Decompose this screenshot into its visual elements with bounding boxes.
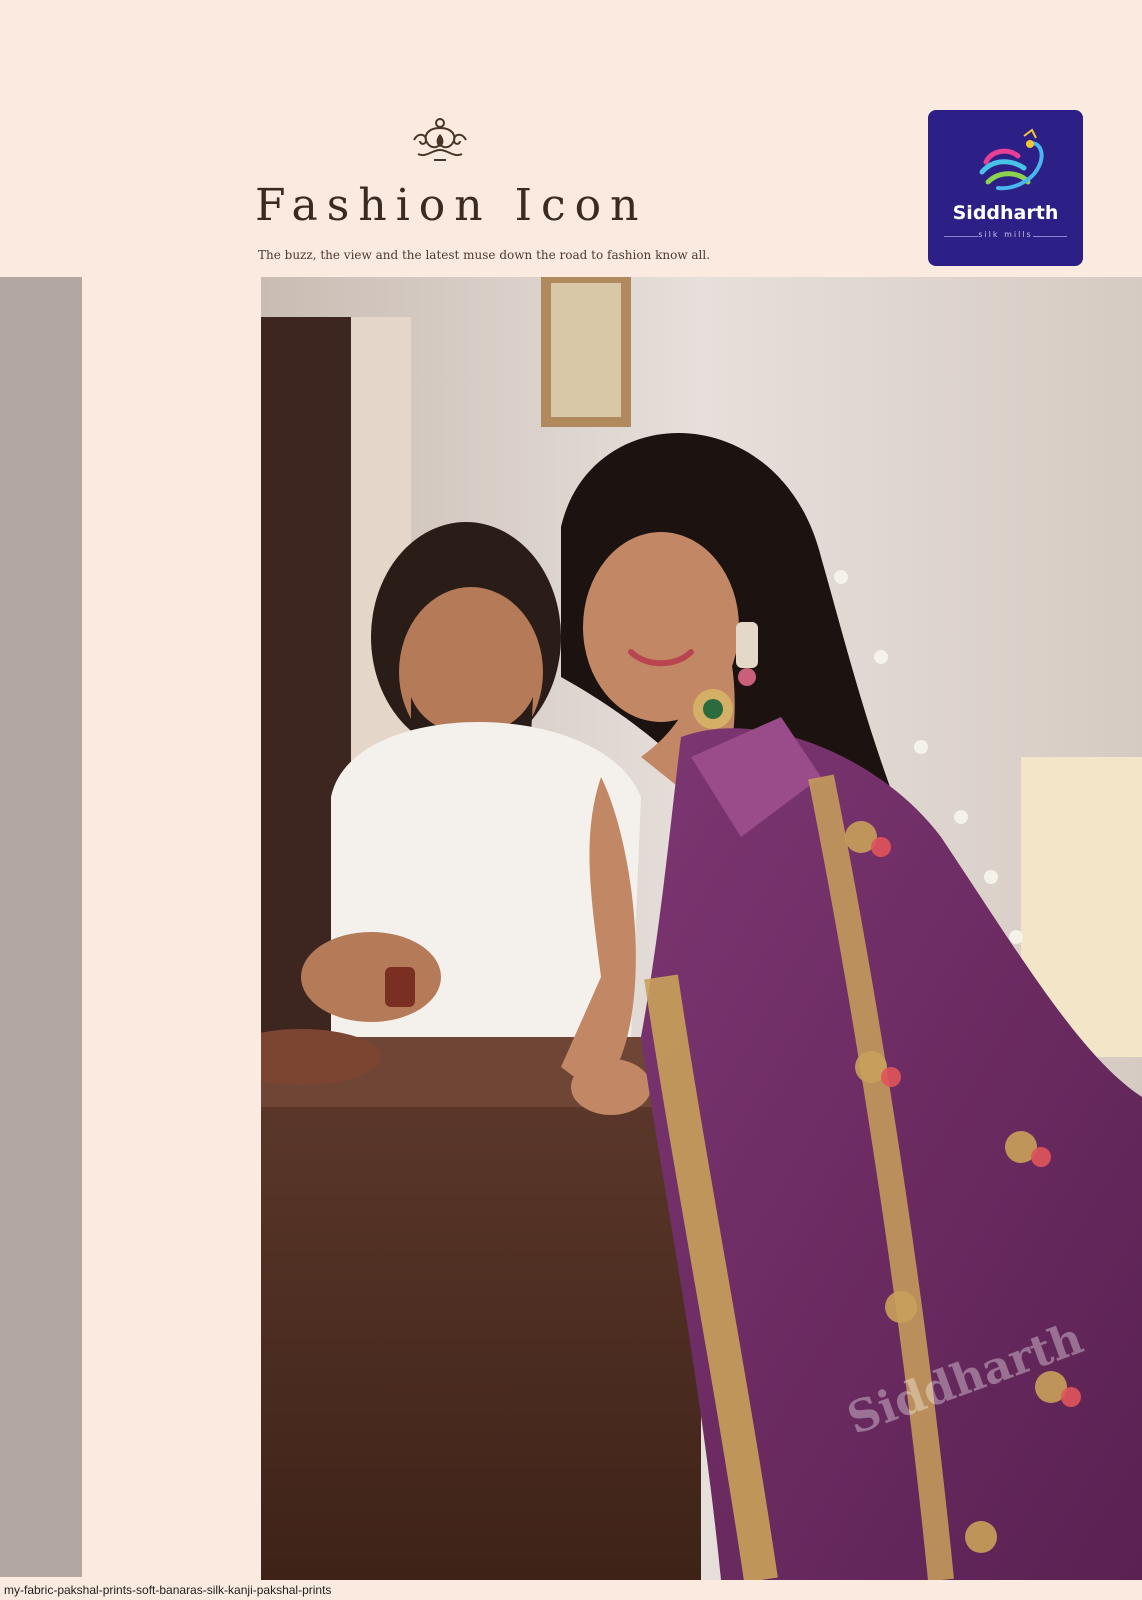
image-caption: my-fabric-pakshal-prints-soft-banaras-si… xyxy=(4,1583,332,1597)
ornament-icon xyxy=(413,118,467,161)
hero-photo: Siddharth xyxy=(261,277,1142,1580)
brand-logo: Siddharth silk mills xyxy=(928,110,1083,266)
tagline: The buzz, the view and the latest muse d… xyxy=(258,248,711,262)
logo-name: Siddharth xyxy=(952,202,1059,224)
peacock-logo-icon xyxy=(979,128,1044,191)
page-title: Fashion Icon xyxy=(255,180,648,231)
left-side-strip xyxy=(0,277,82,1577)
logo-subtitle: silk mills xyxy=(978,230,1033,239)
logo-divider-right xyxy=(1033,236,1067,237)
